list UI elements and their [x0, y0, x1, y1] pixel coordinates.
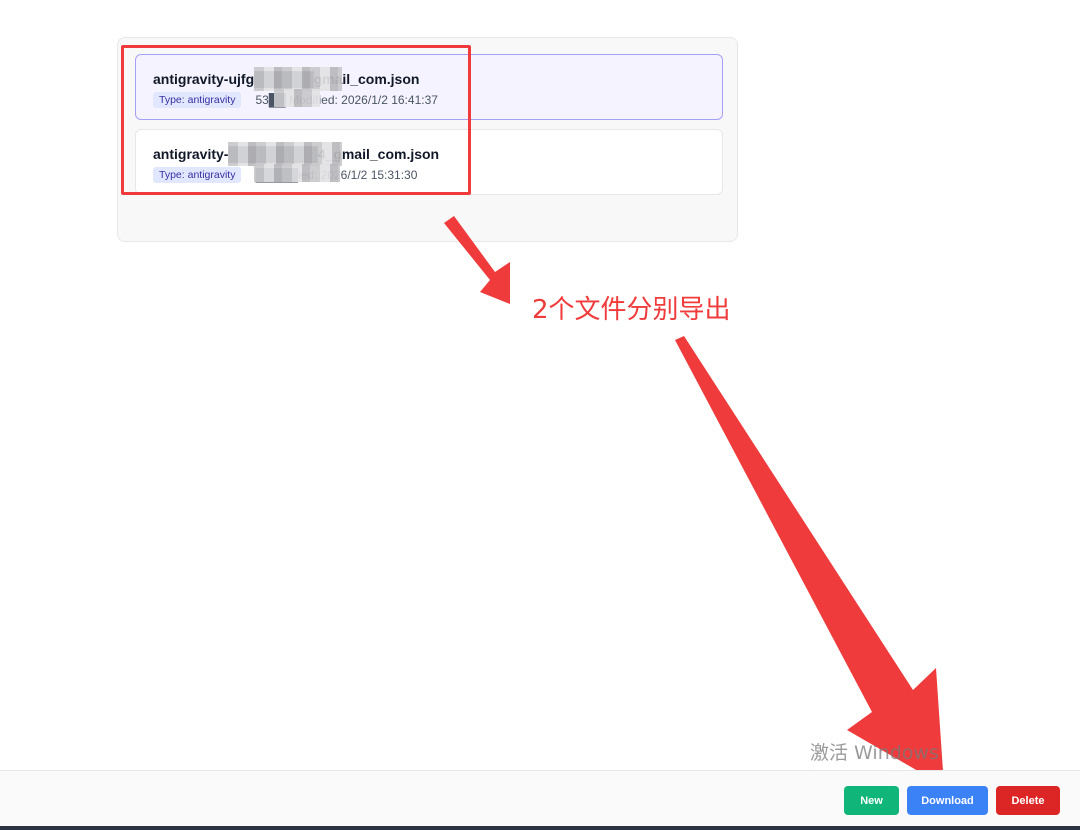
- file-card-2[interactable]: antigravity-█████████4_gmail_com.json Ty…: [135, 129, 723, 195]
- app-page: antigravity-ujfg██████gmail_com.json Typ…: [0, 0, 1080, 830]
- redaction-mosaic: [228, 142, 342, 166]
- redaction-mosaic: [274, 89, 320, 107]
- watermark-line-1: 激活 Windows: [810, 742, 939, 764]
- delete-button[interactable]: Delete: [996, 786, 1060, 815]
- redaction-mosaic: [254, 164, 340, 182]
- file-card-1[interactable]: antigravity-ujfg██████gmail_com.json Typ…: [135, 54, 723, 120]
- redaction-mosaic: [254, 67, 342, 91]
- annotation-text: 2个文件分别导出: [532, 295, 731, 325]
- download-button[interactable]: Download: [907, 786, 988, 815]
- new-button[interactable]: New: [844, 786, 899, 815]
- file-list-panel: antigravity-ujfg██████gmail_com.json Typ…: [117, 37, 738, 242]
- action-toolbar: New Download Delete: [0, 770, 1080, 827]
- type-badge-1: Type: antigravity: [153, 92, 242, 108]
- big-arrow: [675, 336, 944, 786]
- taskbar-edge: [0, 826, 1080, 830]
- type-badge-2: Type: antigravity: [153, 167, 242, 183]
